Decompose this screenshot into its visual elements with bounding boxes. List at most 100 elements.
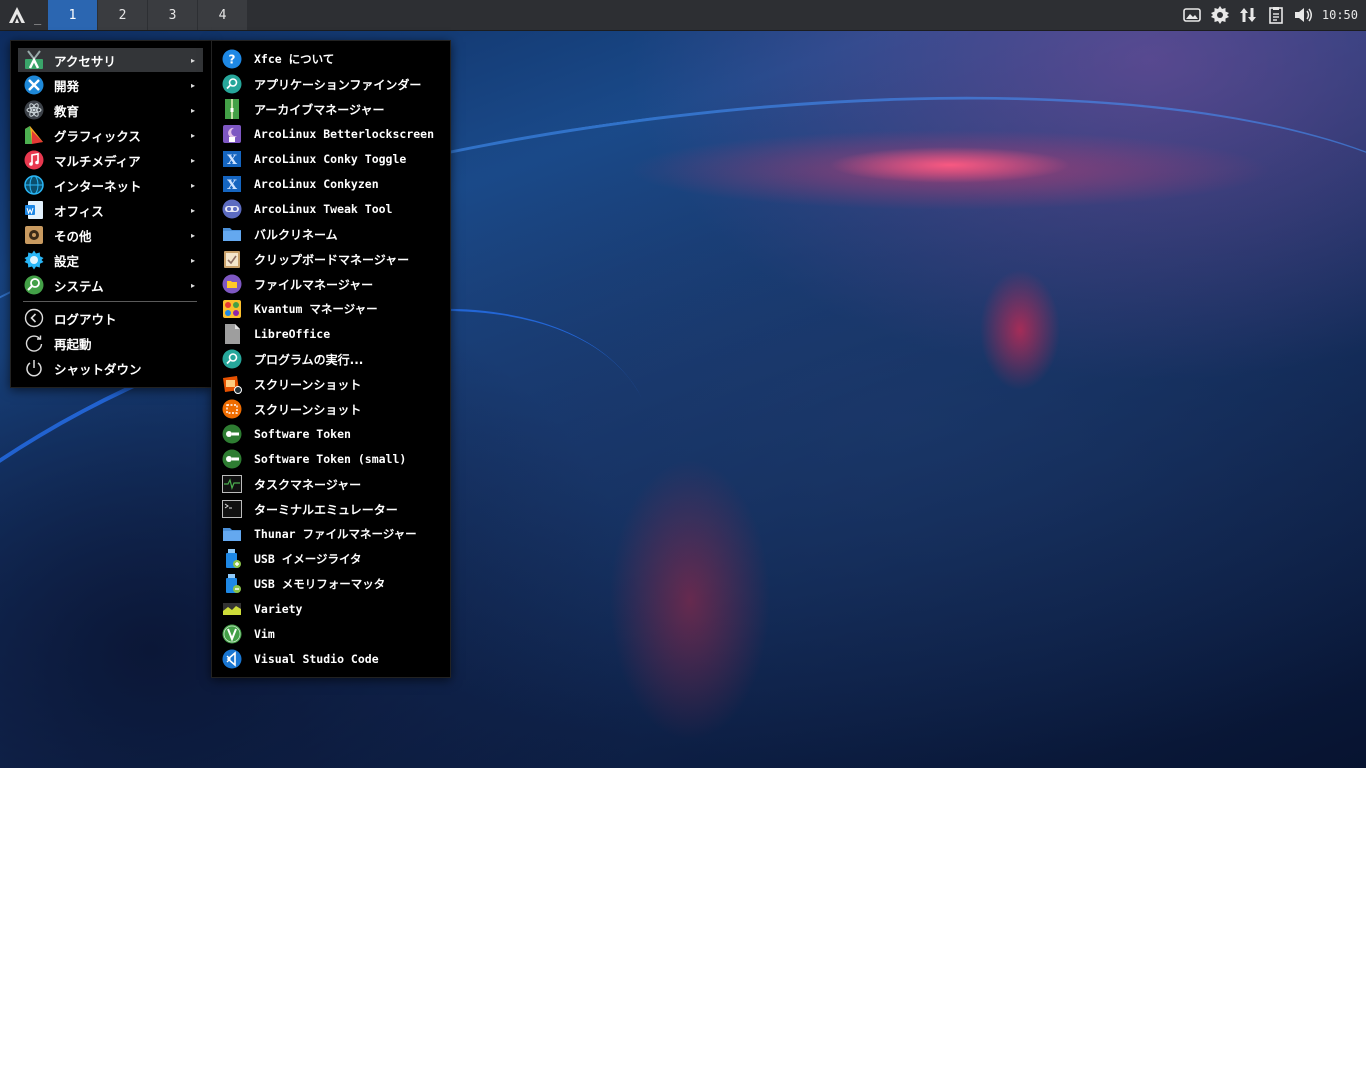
submenu-item-screenshot-2[interactable]: スクリーンショット [222, 397, 446, 421]
submenu-item-label: スクリーンショット [254, 402, 362, 417]
submenu-item-conkyzen[interactable]: X ArcoLinux Conkyzen [222, 172, 446, 196]
submenu-item-label: LibreOffice [254, 327, 331, 341]
menu-item-graphics[interactable]: グラフィックス ▸ [18, 123, 203, 147]
submenu-item-betterlockscreen[interactable]: ArcoLinux Betterlockscreen [222, 122, 446, 146]
screenshot-icon[interactable] [1178, 0, 1206, 30]
shutdown-icon [24, 358, 44, 378]
multimedia-icon [24, 150, 44, 170]
submenu-item-label: Thunar ファイルマネージャー [254, 527, 417, 541]
menu-item-label: アクセサリ [54, 53, 116, 69]
applications-menu: アクセサリ ▸ 開発 ▸ 教育 ▸ グラフィックス ▸ マルチメディア ▸ イン… [10, 40, 212, 388]
menu-item-development[interactable]: 開発 ▸ [18, 73, 203, 97]
submenu-item-thunar[interactable]: Thunar ファイルマネージャー [222, 522, 446, 546]
libreoffice-icon [222, 324, 242, 344]
submenu-arrow-icon: ▸ [190, 230, 195, 240]
settings-icon[interactable] [1206, 0, 1234, 30]
menu-item-settings[interactable]: 設定 ▸ [18, 248, 203, 272]
submenu-item-libreoffice[interactable]: LibreOffice [222, 322, 446, 346]
workspace-3-button[interactable]: 3 [148, 0, 197, 30]
conky-icon: X [222, 174, 242, 194]
submenu-item-file-manager[interactable]: ファイルマネージャー [222, 272, 446, 296]
submenu-item-software-token[interactable]: Software Token [222, 422, 446, 446]
submenu-item-bulk-rename[interactable]: バルクリネーム [222, 222, 446, 246]
internet-icon [24, 175, 44, 195]
submenu-item-usb-formatter[interactable]: USB メモリフォーマッタ [222, 572, 446, 596]
accessories-icon [24, 50, 44, 70]
submenu-arrow-icon: ▸ [190, 180, 195, 190]
submenu-item-clipboard-manager[interactable]: クリップボードマネージャー [222, 247, 446, 271]
token-icon [222, 449, 242, 469]
file-manager-icon [222, 274, 242, 294]
submenu-item-label: Variety [254, 602, 303, 616]
workspace-1-button[interactable]: 1 [48, 0, 97, 30]
panel-clock[interactable]: 10:50 [1318, 8, 1366, 22]
workspace-4-button[interactable]: 4 [198, 0, 247, 30]
submenu-item-label: Software Token [254, 427, 351, 441]
clipboard-icon[interactable] [1262, 0, 1290, 30]
folder-icon [222, 524, 242, 544]
submenu-item-label: ArcoLinux Conkyzen [254, 177, 379, 191]
menu-item-system[interactable]: システム ▸ [18, 273, 203, 297]
submenu-item-variety[interactable]: Variety [222, 597, 446, 621]
menu-item-other[interactable]: その他 ▸ [18, 223, 203, 247]
top-panel: _ 1 2 3 4 10:50 [0, 0, 1366, 31]
submenu-arrow-icon: ▸ [190, 55, 195, 65]
submenu-item-tweak-tool[interactable]: ArcoLinux Tweak Tool [222, 197, 446, 221]
menu-item-internet[interactable]: インターネット ▸ [18, 173, 203, 197]
menu-item-label: その他 [54, 228, 92, 244]
network-icon[interactable] [1234, 0, 1262, 30]
submenu-item-run-program[interactable]: プログラムの実行... [222, 347, 446, 371]
token-icon [222, 424, 242, 444]
submenu-item-label: Visual Studio Code [254, 652, 379, 666]
terminal-icon [222, 499, 242, 519]
submenu-item-about-xfce[interactable]: ? Xfce について [222, 47, 446, 71]
menu-item-accessories[interactable]: アクセサリ ▸ [18, 48, 203, 72]
submenu-item-task-manager[interactable]: タスクマネージャー [222, 472, 446, 496]
variety-icon [222, 599, 242, 619]
menu-item-label: 開発 [54, 78, 80, 94]
submenu-item-kvantum[interactable]: Kvantum マネージャー [222, 297, 446, 321]
submenu-item-label: ターミナルエミュレーター [254, 502, 398, 517]
other-icon [24, 225, 44, 245]
submenu-item-software-token-small[interactable]: Software Token (small) [222, 447, 446, 471]
menu-item-label: オフィス [54, 203, 104, 219]
submenu-item-label: ArcoLinux Tweak Tool [254, 202, 393, 216]
volume-icon[interactable] [1290, 0, 1318, 30]
menu-item-label: 設定 [54, 253, 80, 269]
submenu-item-label: Xfce について [254, 52, 335, 66]
conky-icon: X [222, 149, 242, 169]
workspace-2-button[interactable]: 2 [98, 0, 147, 30]
submenu-item-archive-manager[interactable]: アーカイブマネージャー [222, 97, 446, 121]
help-icon: ? [222, 49, 242, 69]
submenu-item-conky-toggle[interactable]: X ArcoLinux Conky Toggle [222, 147, 446, 171]
submenu-item-label: Vim [254, 627, 275, 641]
submenu-item-vim[interactable]: Vim [222, 622, 446, 646]
system-tray: 10:50 [1178, 0, 1366, 30]
menu-item-label: マルチメディア [54, 153, 141, 169]
submenu-item-appfinder[interactable]: アプリケーションファインダー [222, 72, 446, 96]
svg-text:?: ? [229, 53, 236, 67]
submenu-item-usb-image-writer[interactable]: USB イメージライタ [222, 547, 446, 571]
archive-icon [222, 99, 242, 119]
system-icon [24, 275, 44, 295]
menu-item-multimedia[interactable]: マルチメディア ▸ [18, 148, 203, 172]
submenu-item-vscode[interactable]: Visual Studio Code [222, 647, 446, 671]
menu-item-label: シャットダウン [54, 361, 142, 377]
restart-icon [24, 333, 44, 353]
tweak-tool-icon [222, 199, 242, 219]
screenshot-icon [222, 374, 242, 394]
menu-item-label: インターネット [54, 178, 142, 194]
submenu-arrow-icon: ▸ [190, 255, 195, 265]
graphics-icon [24, 125, 44, 145]
submenu-item-screenshot-1[interactable]: スクリーンショット [222, 372, 446, 396]
menu-item-office[interactable]: オフィス ▸ [18, 198, 203, 222]
accessories-submenu: ? Xfce について アプリケーションファインダー アーカイブマネージャー A… [211, 40, 451, 678]
submenu-item-terminal[interactable]: ターミナルエミュレーター [222, 497, 446, 521]
menu-item-restart[interactable]: 再起動 [18, 331, 203, 355]
arcolinux-logo-icon[interactable] [0, 0, 34, 30]
menu-item-label: システム [54, 278, 104, 294]
menu-item-education[interactable]: 教育 ▸ [18, 98, 203, 122]
menu-item-logout[interactable]: ログアウト [18, 306, 203, 330]
submenu-item-label: アプリケーションファインダー [254, 77, 422, 92]
menu-item-shutdown[interactable]: シャットダウン [18, 356, 203, 380]
